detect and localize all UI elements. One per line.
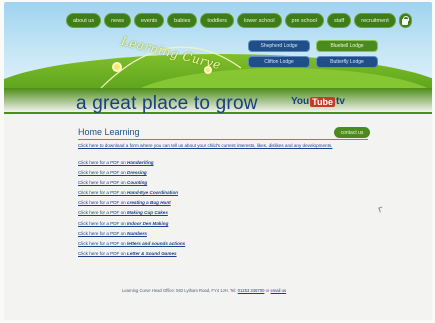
title-divider xyxy=(78,139,368,140)
lock-icon xyxy=(402,15,410,25)
top-navigation: about us news events babies toddlers low… xyxy=(66,13,412,29)
youtube-tube: Tube xyxy=(310,96,335,107)
footer-phone-link[interactable]: 01253 346700 xyxy=(238,288,265,293)
pdf-link[interactable]: Click here for a PDF on Indoor Den Makin… xyxy=(78,221,185,231)
pdf-link[interactable]: Click here for a PDF on Numbers xyxy=(78,231,185,241)
pdf-link-list: Click here for a PDF on Handwriting Clic… xyxy=(78,160,185,261)
download-form-link[interactable]: Click here to download a form where you … xyxy=(78,143,332,148)
footer-address: Learning Curve Head Office: 592 Lytham R… xyxy=(122,288,237,293)
login-button[interactable] xyxy=(398,13,412,28)
footer-email-link[interactable]: email us xyxy=(270,288,286,293)
lodge-buttons: Shepherd Lodge Bluebell Lodge Clifton Lo… xyxy=(248,40,378,68)
pdf-link[interactable]: Click here for a PDF on Dressing xyxy=(78,170,185,180)
shepherd-lodge-button[interactable]: Shepherd Lodge xyxy=(248,40,310,52)
footer: Learning Curve Head Office: 592 Lytham R… xyxy=(122,288,286,293)
nav-events[interactable]: events xyxy=(133,13,165,28)
clifton-lodge-button[interactable]: Clifton Lodge xyxy=(248,56,310,68)
nav-news[interactable]: news xyxy=(104,13,131,28)
monitor-screen: about us news events babies toddlers low… xyxy=(4,2,432,320)
nav-pre-school[interactable]: pre school xyxy=(284,13,324,28)
youtube-tv: tv xyxy=(336,96,345,107)
nav-about-us[interactable]: about us xyxy=(66,13,102,28)
butterfly-lodge-button[interactable]: Butterfly Lodge xyxy=(316,56,378,68)
main-content: Home Learning contact us Click here to d… xyxy=(70,123,376,303)
youtube-tv-link[interactable]: You Tube tv xyxy=(291,96,345,107)
pdf-link[interactable]: Click here for a PDF on letters and soun… xyxy=(78,241,185,251)
nav-recruitment[interactable]: recruitment xyxy=(354,13,396,28)
pdf-link[interactable]: Click here for a PDF on Counting xyxy=(78,180,185,190)
photo-frame: about us news events babies toddlers low… xyxy=(0,0,435,323)
mouse-cursor-icon xyxy=(378,206,384,213)
pdf-link[interactable]: Click here for a PDF on Hand-Eye Coordin… xyxy=(78,190,185,200)
nav-toddlers[interactable]: toddlers xyxy=(200,13,234,28)
footer-or: or xyxy=(265,288,270,293)
bluebell-lodge-button[interactable]: Bluebell Lodge xyxy=(316,40,378,52)
pdf-link[interactable]: Click here for a PDF on Making Cup Cakes xyxy=(78,210,185,220)
flower-icon xyxy=(204,66,212,74)
pdf-link[interactable]: Click here for a PDF on Handwriting xyxy=(78,160,185,170)
contact-us-button[interactable]: contact us xyxy=(334,127,370,138)
flower-icon xyxy=(112,62,122,72)
youtube-you: You xyxy=(291,96,310,107)
nav-babies[interactable]: babies xyxy=(167,13,198,28)
page-title: Home Learning xyxy=(78,127,140,137)
pdf-link[interactable]: Click here for a PDF on creating a Bug H… xyxy=(78,200,185,210)
nav-staff[interactable]: staff xyxy=(326,13,352,28)
nav-lower-school[interactable]: lower school xyxy=(236,13,282,28)
pdf-link[interactable]: Click here for a PDF on Letter & Sound G… xyxy=(78,251,185,261)
tagline: a great place to grow xyxy=(76,93,258,114)
